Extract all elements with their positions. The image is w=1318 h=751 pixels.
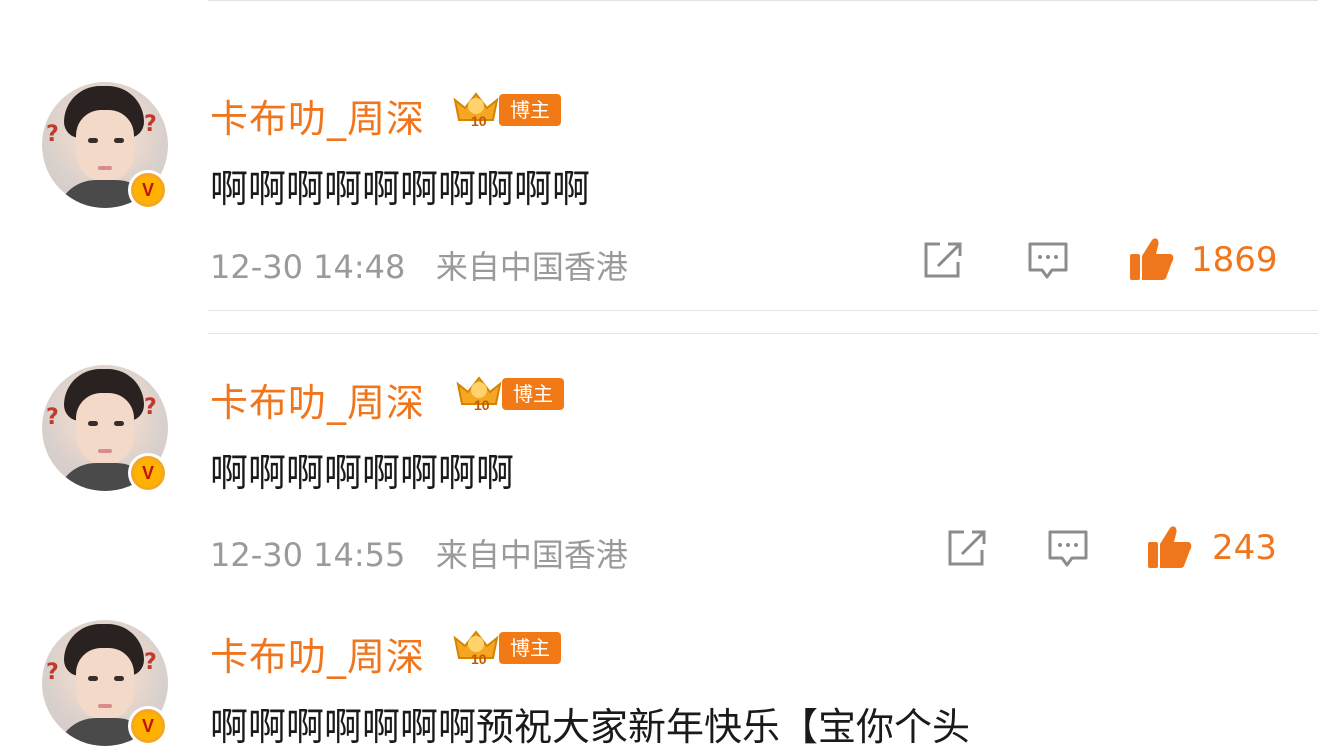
comment-location: 来自中国香港 [435, 536, 628, 574]
crown-level-icon: 10 [453, 630, 499, 666]
blogger-tag: 博主 [502, 378, 564, 410]
crown-level-icon: 10 [453, 92, 499, 128]
comment-meta: 12-30 14:48 来自中国香港 [210, 242, 628, 288]
comment-icon [1048, 530, 1088, 567]
like-count: 243 [1212, 528, 1277, 568]
comment-icon [1028, 242, 1068, 279]
verified-badge-icon: V [128, 706, 168, 746]
comment-time: 12-30 14:55 [210, 536, 406, 574]
blogger-tag: 博主 [499, 94, 561, 126]
rank-badge: 10 博主 [451, 628, 563, 666]
username-link[interactable]: 卡布叻_周深 [210, 88, 425, 143]
username-link[interactable]: 卡布叻_周深 [210, 372, 425, 427]
level-number: 10 [471, 651, 487, 666]
share-icon [924, 242, 962, 278]
comment-text: 啊啊啊啊啊啊啊啊啊啊 [210, 167, 591, 211]
level-number: 10 [471, 113, 487, 128]
rank-badge: 10 博主 [451, 90, 563, 128]
crown-level-icon: 10 [456, 376, 502, 412]
comment-text: 啊啊啊啊啊啊啊啊 [210, 451, 515, 495]
comment-location: 来自中国香港 [435, 248, 628, 286]
share-icon [948, 530, 986, 566]
comment-divider [208, 333, 1318, 334]
comment-button[interactable] [1046, 528, 1090, 570]
blogger-tag: 博主 [499, 632, 561, 664]
verified-badge-icon: V [128, 170, 168, 210]
like-button[interactable] [1126, 234, 1176, 284]
comment-divider [208, 310, 1318, 311]
share-button[interactable] [944, 528, 988, 568]
rank-badge: 10 博主 [454, 374, 566, 412]
like-thumb-icon [1130, 238, 1174, 280]
like-count: 1869 [1191, 240, 1278, 280]
verified-badge-icon: V [128, 453, 168, 493]
like-thumb-icon [1148, 526, 1192, 568]
level-number: 10 [474, 397, 490, 412]
like-button[interactable] [1144, 522, 1194, 572]
comment-time: 12-30 14:48 [210, 248, 406, 286]
username-link[interactable]: 卡布叻_周深 [210, 626, 425, 681]
comment-text: 啊啊啊啊啊啊啊预祝大家新年快乐【宝你个头 [210, 705, 971, 749]
comment-meta: 12-30 14:55 来自中国香港 [210, 530, 628, 576]
comment-button[interactable] [1026, 240, 1070, 282]
comment-item: ? ? V 卡布叻_周深 10 博主 啊啊啊啊啊啊啊啊啊啊 12-30 14:4… [0, 0, 1318, 310]
share-button[interactable] [920, 240, 964, 280]
